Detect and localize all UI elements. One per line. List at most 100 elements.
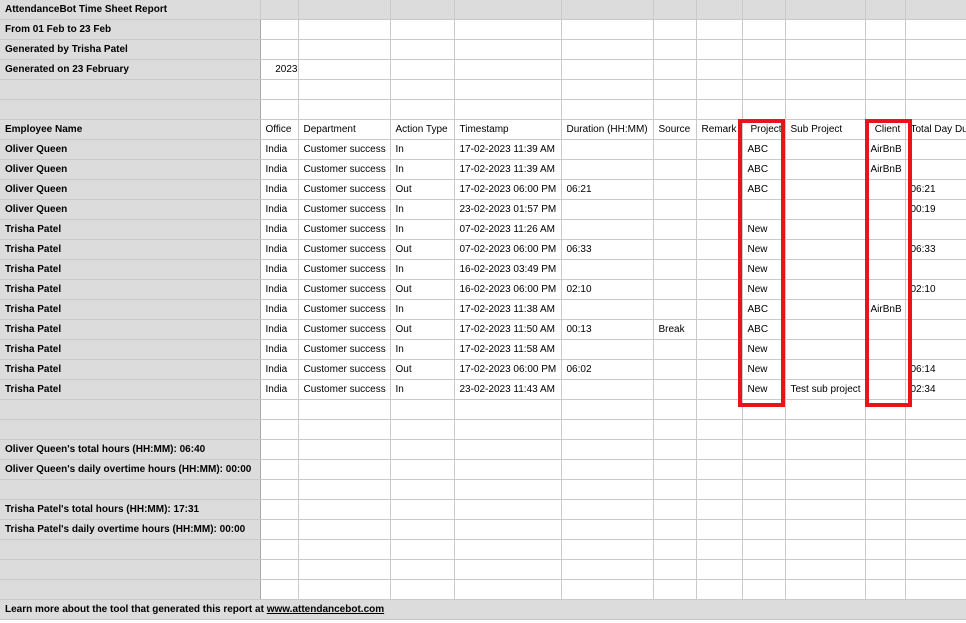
cell-duration[interactable] xyxy=(561,19,654,40)
cell-department[interactable] xyxy=(298,439,391,460)
cell-employee-name[interactable] xyxy=(0,399,261,420)
cell-project[interactable]: New xyxy=(742,359,786,380)
cell-sub-project[interactable] xyxy=(785,0,866,20)
cell-employee-name[interactable]: Trisha Patel xyxy=(0,359,261,380)
cell-remark[interactable] xyxy=(696,299,743,320)
cell-total-day-duration[interactable] xyxy=(905,499,966,520)
cell-remark[interactable] xyxy=(696,539,743,560)
cell-sub-project[interactable] xyxy=(785,39,866,60)
cell-department[interactable] xyxy=(298,0,391,20)
header-client[interactable]: Client xyxy=(865,119,906,140)
cell-timestamp[interactable] xyxy=(454,419,562,440)
cell-sub-project[interactable] xyxy=(785,419,866,440)
cell-duration[interactable] xyxy=(561,199,654,220)
cell-duration[interactable] xyxy=(561,579,654,600)
cell-client[interactable] xyxy=(865,0,906,20)
cell-client[interactable] xyxy=(865,419,906,440)
cell-duration[interactable] xyxy=(561,559,654,580)
cell-sub-project[interactable] xyxy=(785,319,866,340)
cell-client[interactable] xyxy=(865,19,906,40)
cell-action-type[interactable]: In xyxy=(390,379,455,400)
cell-total-day-duration[interactable] xyxy=(905,519,966,540)
cell-duration[interactable] xyxy=(561,99,654,120)
cell-timestamp[interactable]: 16-02-2023 03:49 PM xyxy=(454,259,562,280)
cell-total-day-duration[interactable] xyxy=(905,339,966,360)
cell-sub-project[interactable] xyxy=(785,519,866,540)
cell-office[interactable] xyxy=(260,459,299,480)
cell-project[interactable] xyxy=(742,459,786,480)
cell-duration[interactable]: 00:13 xyxy=(561,319,654,340)
footer-cell[interactable]: Learn more about the tool that generated… xyxy=(0,599,966,620)
cell-client[interactable] xyxy=(865,79,906,100)
cell-sub-project[interactable] xyxy=(785,339,866,360)
cell-office[interactable] xyxy=(260,419,299,440)
cell-timestamp[interactable]: 17-02-2023 11:58 AM xyxy=(454,339,562,360)
cell-total-day-duration[interactable] xyxy=(905,259,966,280)
cell-source[interactable] xyxy=(653,579,697,600)
cell-remark[interactable] xyxy=(696,499,743,520)
cell-office[interactable] xyxy=(260,0,299,20)
cell-client[interactable]: AirBnB xyxy=(865,139,906,160)
cell-office[interactable] xyxy=(260,39,299,60)
cell-timestamp[interactable] xyxy=(454,499,562,520)
cell-department[interactable] xyxy=(298,19,391,40)
cell-total-day-duration[interactable] xyxy=(905,39,966,60)
cell-office[interactable]: India xyxy=(260,379,299,400)
cell-action-type[interactable]: In xyxy=(390,299,455,320)
cell-timestamp[interactable]: 17-02-2023 06:00 PM xyxy=(454,179,562,200)
cell-total-day-duration[interactable]: 02:34 xyxy=(905,379,966,400)
cell-office[interactable] xyxy=(260,499,299,520)
cell-department[interactable]: Customer success xyxy=(298,159,391,180)
cell-office[interactable] xyxy=(260,99,299,120)
cell-sub-project[interactable]: Test sub project xyxy=(785,379,866,400)
header-project[interactable]: Project xyxy=(742,119,786,140)
cell-department[interactable]: Customer success xyxy=(298,139,391,160)
cell-office[interactable]: India xyxy=(260,259,299,280)
cell-office[interactable] xyxy=(260,19,299,40)
cell-action-type[interactable] xyxy=(390,559,455,580)
cell-action-type[interactable]: In xyxy=(390,199,455,220)
cell-project[interactable]: New xyxy=(742,259,786,280)
cell-action-type[interactable] xyxy=(390,419,455,440)
generated-on[interactable]: Generated on 23 February xyxy=(0,59,261,80)
cell-timestamp[interactable]: 17-02-2023 06:00 PM xyxy=(454,359,562,380)
cell-timestamp[interactable] xyxy=(454,39,562,60)
cell-duration[interactable] xyxy=(561,459,654,480)
cell-department[interactable]: Customer success xyxy=(298,219,391,240)
cell-employee-name[interactable] xyxy=(0,79,261,100)
cell-project[interactable]: New xyxy=(742,239,786,260)
cell-employee-name[interactable]: Trisha Patel xyxy=(0,339,261,360)
cell-duration[interactable] xyxy=(561,259,654,280)
cell-employee-name[interactable]: Trisha Patel xyxy=(0,219,261,240)
cell-duration[interactable] xyxy=(561,219,654,240)
cell-total-day-duration[interactable] xyxy=(905,219,966,240)
cell-sub-project[interactable] xyxy=(785,179,866,200)
cell-source[interactable] xyxy=(653,219,697,240)
cell-client[interactable]: AirBnB xyxy=(865,299,906,320)
trisha-overtime-hours[interactable]: Trisha Patel's daily overtime hours (HH:… xyxy=(0,519,261,540)
cell-timestamp[interactable] xyxy=(454,439,562,460)
cell-total-day-duration[interactable] xyxy=(905,99,966,120)
cell-timestamp[interactable] xyxy=(454,59,562,80)
cell-client[interactable] xyxy=(865,179,906,200)
cell-timestamp[interactable] xyxy=(454,479,562,500)
cell-sub-project[interactable] xyxy=(785,399,866,420)
cell-employee-name[interactable] xyxy=(0,479,261,500)
cell-total-day-duration[interactable] xyxy=(905,0,966,20)
header-sub-project[interactable]: Sub Project xyxy=(785,119,866,140)
cell-remark[interactable] xyxy=(696,59,743,80)
cell-remark[interactable] xyxy=(696,479,743,500)
cell-sub-project[interactable] xyxy=(785,139,866,160)
cell-source[interactable] xyxy=(653,479,697,500)
cell-employee-name[interactable]: Oliver Queen xyxy=(0,179,261,200)
cell-remark[interactable] xyxy=(696,0,743,20)
cell-sub-project[interactable] xyxy=(785,199,866,220)
cell-project[interactable] xyxy=(742,19,786,40)
cell-sub-project[interactable] xyxy=(785,539,866,560)
cell-client[interactable] xyxy=(865,459,906,480)
report-year[interactable]: 2023 xyxy=(260,59,299,80)
cell-total-day-duration[interactable] xyxy=(905,459,966,480)
cell-timestamp[interactable]: 23-02-2023 11:43 AM xyxy=(454,379,562,400)
cell-sub-project[interactable] xyxy=(785,159,866,180)
cell-department[interactable] xyxy=(298,419,391,440)
